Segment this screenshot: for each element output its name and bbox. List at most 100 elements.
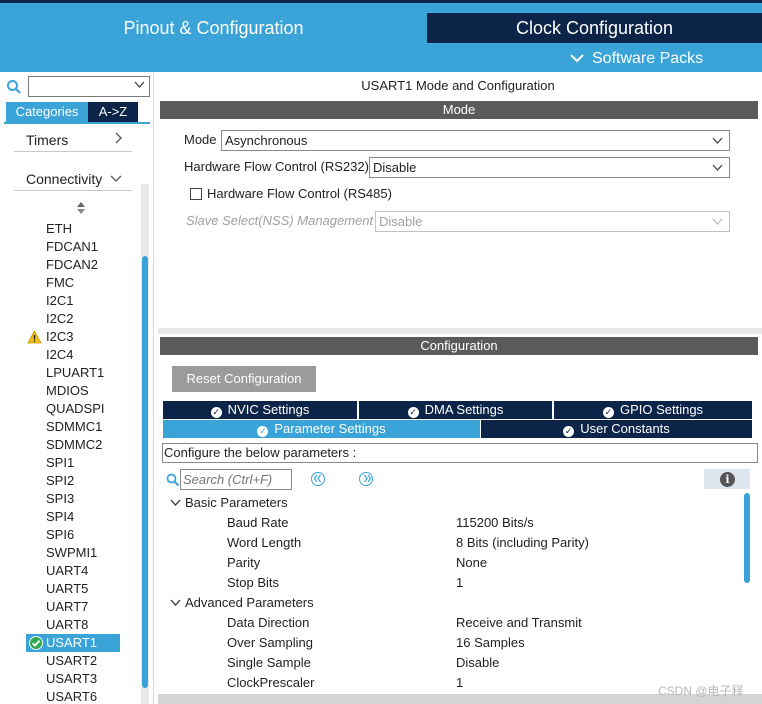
peripheral-item-label: FDCAN1 [46,239,99,254]
parameter-value[interactable]: Receive and Transmit [456,613,582,633]
peripheral-item-label: I2C1 [46,293,74,308]
hfc-rs485-checkbox[interactable] [190,188,202,200]
chevron-down-icon [110,167,122,191]
peripheral-item[interactable]: UART4 [46,562,88,580]
tab-pinout-configuration[interactable]: Pinout & Configuration [0,13,427,43]
parameter-search-row [166,469,756,491]
parameter-value[interactable]: 115200 Bits/s [456,513,534,533]
peripheral-item[interactable]: SDMMC2 [46,436,102,454]
parameter-scrollbar-thumb[interactable] [744,493,750,583]
watermark: CSDN @电子释 [658,684,744,698]
check-circle-icon: ✓ [257,426,269,437]
mode-select[interactable]: Asynchronous [221,130,730,151]
tab-user-constants-label: User Constants [580,421,670,436]
hfc-rs232-select[interactable]: Disable [369,157,730,178]
tab-gpio-settings[interactable]: ✓ GPIO Settings [554,401,752,419]
peripheral-item-label: USART6 [46,689,98,704]
peripheral-search-combo[interactable] [28,76,150,97]
tab-nvic-settings[interactable]: ✓ NVIC Settings [163,401,357,419]
peripheral-item[interactable]: LPUART1 [46,364,104,382]
warning-icon [27,330,42,344]
peripheral-item[interactable]: SPI1 [46,454,74,472]
search-next-icon[interactable] [359,472,373,486]
peripheral-item-label: USART2 [46,653,98,668]
peripheral-item[interactable]: USART3 [46,670,97,688]
chevron-right-icon [114,128,122,152]
peripheral-item-label: SDMMC2 [46,437,103,452]
peripheral-item-label: SPI4 [46,509,75,524]
peripheral-item-label: USART3 [46,671,98,686]
parameter-value[interactable]: 1 [456,573,463,593]
peripheral-item[interactable]: MDIOS [46,382,89,400]
tab-parameter-settings[interactable]: ✓ Parameter Settings [163,420,480,438]
peripheral-item[interactable]: UART7 [46,598,88,616]
reset-configuration-button[interactable]: Reset Configuration [172,366,316,392]
peripheral-item[interactable]: I2C3 [27,328,74,346]
peripheral-item[interactable]: I2C2 [46,310,73,328]
tab-user-constants[interactable]: ✓ User Constants [481,420,752,438]
peripheral-item[interactable]: SWPMI1 [46,544,97,562]
chevron-down-icon [712,158,723,184]
info-button[interactable]: i [704,469,750,489]
parameter-value[interactable]: Disable [456,653,499,673]
nss-select: Disable [375,211,730,232]
parameters-caption: Configure the below parameters : [162,443,758,463]
chevron-down-icon[interactable] [134,80,145,92]
peripheral-item[interactable]: I2C1 [46,292,73,310]
peripheral-item[interactable]: FDCAN1 [46,238,98,256]
peripheral-item[interactable]: SPI2 [46,472,74,490]
sort-icon[interactable] [76,202,86,215]
chevron-down-icon [170,594,182,614]
parameter-name: Over Sampling [227,635,313,650]
peripheral-item[interactable]: SPI6 [46,526,74,544]
peripheral-item[interactable]: ETH [46,220,72,238]
peripheral-item[interactable]: SDMMC1 [46,418,102,436]
parameter-name: ClockPrescaler [227,675,315,690]
tab-parameter-label: Parameter Settings [274,421,386,436]
peripheral-item[interactable]: QUADSPI [46,400,105,418]
parameter-value[interactable]: 1 [456,673,463,693]
software-packs-label: Software Packs [592,50,704,67]
peripheral-item[interactable]: UART8 [46,616,88,634]
peripheral-item[interactable]: FDCAN2 [46,256,98,274]
peripheral-item[interactable]: SPI3 [46,490,74,508]
parameter-name: Single Sample [227,655,311,670]
group-connectivity[interactable]: Connectivity [14,167,132,191]
left-scrollbar-thumb[interactable] [142,256,148,688]
peripheral-item-label: UART7 [46,599,89,614]
search-previous-icon[interactable] [311,472,325,486]
software-packs-menu[interactable]: Software Packs [570,47,703,71]
tab-nvic-label: NVIC Settings [227,402,310,417]
basic-parameters-group[interactable]: Basic Parameters [170,493,288,513]
tab-a-z[interactable]: A->Z [88,102,138,122]
panel-title: USART1 Mode and Configuration [361,78,555,93]
peripheral-item[interactable]: USART2 [46,652,97,670]
advanced-parameters-group[interactable]: Advanced Parameters [170,593,314,613]
tab-dma-settings[interactable]: ✓ DMA Settings [359,401,552,419]
peripheral-item[interactable]: SPI4 [46,508,74,526]
left-panel: Categories A->Z Timers Connectivity ETH F… [0,72,154,704]
group-timers[interactable]: Timers [14,128,132,152]
parameter-value[interactable]: 8 Bits (including Parity) [456,533,589,553]
peripheral-item-label: UART5 [46,581,89,596]
peripheral-item[interactable]: UART5 [46,580,88,598]
nss-label: Slave Select(NSS) Management [186,213,374,228]
peripheral-item[interactable]: USART1 [26,634,120,652]
peripheral-item-label: SPI6 [46,527,75,542]
peripheral-item[interactable]: USART6 [46,688,97,704]
peripheral-item-label: SPI2 [46,473,75,488]
right-panel: USART1 Mode and Configuration Mode Mode … [158,72,762,704]
parameter-value[interactable]: None [456,553,487,573]
parameter-search-input[interactable] [180,469,292,490]
tab-categories[interactable]: Categories [6,102,88,122]
tab-clock-configuration[interactable]: Clock Configuration [427,13,762,43]
parameter-value[interactable]: 16 Samples [456,633,525,653]
peripheral-item[interactable]: FMC [46,274,74,292]
peripheral-item-label: ETH [46,221,72,236]
peripheral-item[interactable]: I2C4 [46,346,73,364]
peripheral-item-label: I2C3 [46,329,74,344]
top-header: Pinout & Configuration Clock Configurati… [0,0,762,72]
parameter-name: Parity [227,555,261,570]
peripheral-item-label: FMC [46,275,75,290]
peripheral-item-label: SPI1 [46,455,75,470]
